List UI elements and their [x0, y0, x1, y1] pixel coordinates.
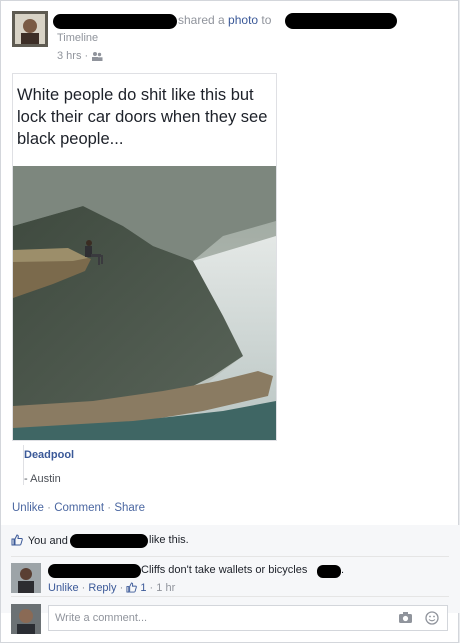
redacted-friend-name[interactable] — [70, 534, 148, 548]
cliff-photo[interactable] — [13, 166, 276, 440]
unlike-link[interactable]: Unlike — [12, 502, 44, 514]
feed-post: shared a photo to Timeline 3 hrs · White… — [0, 0, 460, 643]
meme-caption: White people do shit like this but lock … — [17, 86, 268, 148]
poster-avatar[interactable] — [12, 11, 48, 47]
timestamp[interactable]: 3 hrs · — [57, 50, 103, 64]
attribution-source[interactable]: Deadpool — [24, 445, 274, 461]
separator: · — [47, 502, 52, 514]
photo-link[interactable]: photo — [228, 13, 258, 27]
sub-source[interactable]: Timeline — [57, 32, 98, 44]
post-actions: Unlike · Comment · Share — [12, 502, 145, 514]
attribution-author: - Austin — [24, 473, 61, 485]
redacted-comment-tail — [317, 565, 341, 578]
emoji-icon[interactable] — [425, 611, 439, 630]
comment-end: . — [341, 564, 345, 576]
shared-image-card[interactable]: White people do shit like this but lock … — [12, 73, 277, 441]
composer-avatar — [11, 604, 41, 634]
share-link[interactable]: Share — [114, 502, 145, 514]
comment-unlike-link[interactable]: Unlike — [48, 582, 79, 594]
feedback-section: You and like this. Cliffs don't take wal… — [1, 525, 460, 613]
separator: · — [107, 502, 112, 514]
redacted-poster-name[interactable] — [53, 14, 177, 29]
attribution-block: Deadpool - Austin — [23, 445, 274, 485]
thumbs-up-icon — [11, 534, 23, 549]
comment-input[interactable]: Write a comment... — [48, 605, 448, 631]
comment-text: Cliffs don't take wallets or bicycles — [141, 564, 308, 576]
camera-icon[interactable] — [398, 611, 413, 629]
likes-row: You and — [11, 534, 68, 549]
divider — [11, 556, 449, 557]
redacted-group-name[interactable] — [285, 13, 397, 29]
share-line: shared a photo to — [178, 13, 272, 27]
commenter-avatar[interactable] — [11, 563, 41, 593]
redacted-commenter-name[interactable] — [48, 564, 141, 578]
audience-icon[interactable] — [91, 51, 103, 64]
comment-meta: Unlike · Reply · 1 · 1 hr — [48, 582, 176, 596]
comment-placeholder: Write a comment... — [55, 612, 148, 624]
comment-time[interactable]: 1 hr — [156, 582, 175, 594]
comment-link[interactable]: Comment — [54, 502, 104, 514]
likes-suffix: like this. — [149, 534, 189, 546]
comment-like-count[interactable]: 1 — [140, 582, 146, 594]
comment-reply-link[interactable]: Reply — [88, 582, 116, 594]
divider — [11, 596, 449, 597]
comment-like-thumb-icon[interactable] — [126, 582, 138, 596]
